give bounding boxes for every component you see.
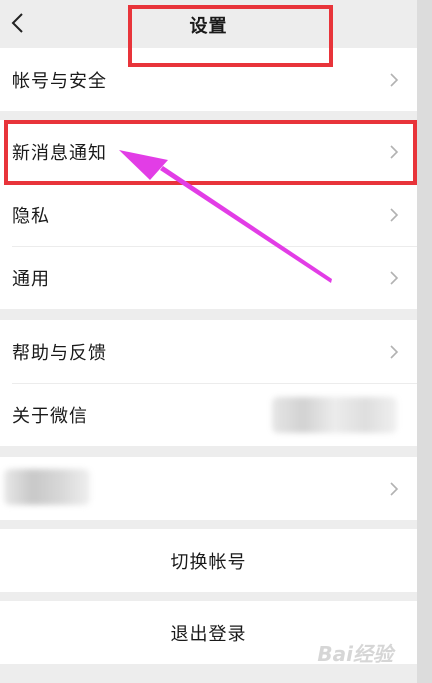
arrow-shaft (160, 166, 332, 283)
arrow-head (119, 150, 168, 180)
pointer-arrow (119, 150, 332, 283)
